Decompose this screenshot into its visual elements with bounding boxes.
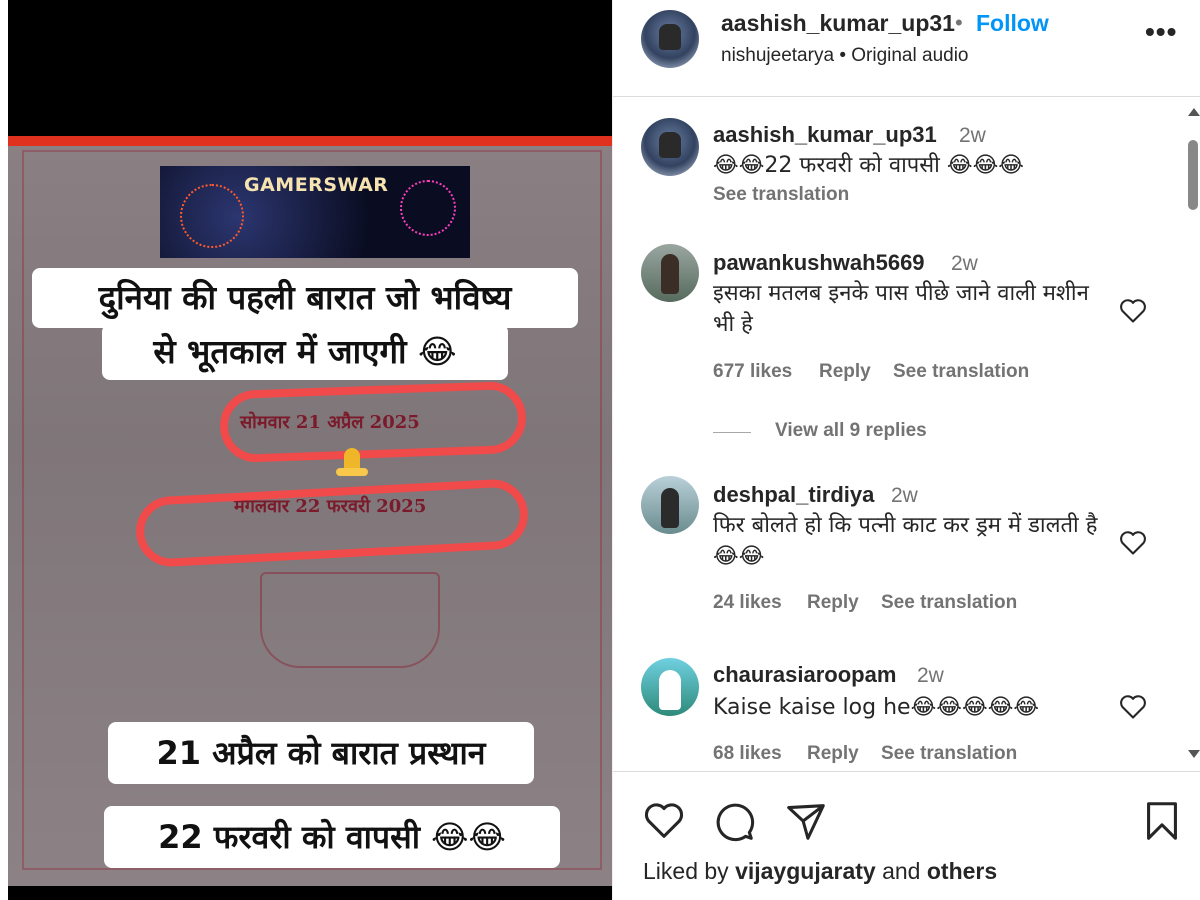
avatar[interactable]: [641, 476, 699, 534]
like-heart-icon[interactable]: [1119, 694, 1147, 720]
comment-time: 2w: [917, 664, 944, 687]
comment-time: 2w: [951, 252, 978, 275]
comment-username[interactable]: pawankushwah5669: [713, 250, 925, 276]
highlight-oval-1: [218, 380, 528, 464]
watermark-logo: GAMERSWAR: [244, 174, 389, 196]
scroll-up-arrow-icon[interactable]: [1188, 108, 1200, 116]
see-translation-link[interactable]: See translation: [893, 361, 1029, 383]
comment-time: 2w: [891, 484, 918, 507]
comment-text: 😂😂22 फरवरी को वापसी 😂😂😂: [713, 153, 1024, 178]
comment-likes[interactable]: 24 likes: [713, 592, 782, 614]
video-color-strip: [8, 136, 612, 146]
header-separator: •: [955, 10, 963, 35]
comment-text: Kaise kaise log he😂😂😂😂😂: [713, 695, 1040, 720]
see-translation-link[interactable]: See translation: [713, 184, 849, 206]
see-translation-link[interactable]: See translation: [881, 592, 1017, 614]
liked-by-others[interactable]: others: [927, 858, 997, 884]
post-header: aashish_kumar_up31 • Follow nishujeetary…: [613, 0, 1200, 97]
replies-divider: [713, 432, 751, 433]
bookmark-icon[interactable]: [1139, 798, 1185, 844]
comment-text: इसका मतलब इनके पास पीछे जाने वाली मशीन भ…: [713, 281, 1089, 337]
audio-user-link[interactable]: nishujeetarya: [721, 45, 834, 66]
audio-info: nishujeetarya • Original audio: [721, 45, 969, 67]
reel-video[interactable]: GAMERSWAR दुनिया की पहली बारात जो भविष्य…: [8, 0, 612, 900]
invitation-emblem: [260, 572, 440, 668]
like-heart-icon[interactable]: [1119, 530, 1147, 556]
video-letterbox-bottom: [8, 886, 612, 900]
comment-username[interactable]: deshpal_tirdiya: [713, 482, 874, 508]
watermark-banner: GAMERSWAR: [160, 166, 470, 258]
video-caption-top-line1: दुनिया की पहली बारात जो भविष्य: [32, 268, 578, 328]
more-options-icon[interactable]: •••: [1145, 16, 1177, 48]
comment-likes[interactable]: 677 likes: [713, 361, 792, 383]
audio-separator: •: [839, 45, 846, 66]
audio-label-link[interactable]: Original audio: [851, 45, 968, 66]
avatar[interactable]: [641, 244, 699, 302]
follow-button[interactable]: Follow: [976, 10, 1049, 37]
avatar[interactable]: [641, 658, 699, 716]
comment-username[interactable]: chaurasiaroopam: [713, 662, 896, 688]
comment-text: फिर बोलते हो कि पत्नी काट कर ड्रम में डा…: [713, 513, 1098, 569]
comments-list[interactable]: aashish_kumar_up31 2w 😂😂22 फरवरी को वापस…: [613, 98, 1200, 770]
view-replies-button[interactable]: View all 9 replies: [775, 420, 927, 442]
video-caption-bottom-2: 22 फरवरी को वापसी 😂😂: [104, 806, 560, 868]
video-caption-bottom-1: 21 अप्रैल को बारात प्रस्थान: [108, 722, 534, 784]
comment-time: 2w: [959, 124, 986, 147]
firework-graphic: [400, 180, 456, 236]
post-actions-bar: Liked by vijaygujaraty and others: [613, 771, 1200, 900]
avatar[interactable]: [641, 10, 699, 68]
liked-by-user[interactable]: vijaygujaraty: [735, 858, 876, 884]
page-margin: [0, 0, 8, 900]
avatar[interactable]: [641, 118, 699, 176]
see-translation-link[interactable]: See translation: [881, 743, 1017, 765]
video-caption-top-line2: से भूतकाल में जाएगी 😂: [102, 324, 508, 380]
post-panel: aashish_kumar_up31 • Follow nishujeetary…: [612, 0, 1200, 900]
firework-graphic: [180, 184, 244, 248]
reply-button[interactable]: Reply: [819, 361, 871, 383]
bell-icon: [332, 448, 372, 478]
scrollbar-thumb[interactable]: [1188, 140, 1198, 210]
comments-scrollbar[interactable]: [1185, 104, 1200, 764]
reply-button[interactable]: Reply: [807, 743, 859, 765]
reply-button[interactable]: Reply: [807, 592, 859, 614]
comment-username[interactable]: aashish_kumar_up31: [713, 122, 937, 148]
video-letterbox-top: [8, 0, 612, 136]
like-heart-icon[interactable]: [1119, 298, 1147, 324]
header-username[interactable]: aashish_kumar_up31: [721, 10, 955, 37]
liked-by-prefix: Liked by: [643, 858, 736, 884]
comment-icon[interactable]: [711, 798, 757, 844]
share-icon[interactable]: [783, 798, 829, 844]
comment-likes[interactable]: 68 likes: [713, 743, 782, 765]
scroll-down-arrow-icon[interactable]: [1188, 750, 1200, 758]
liked-by-text: Liked by vijaygujaraty and others: [643, 858, 997, 885]
heart-icon[interactable]: [641, 798, 687, 844]
liked-by-mid: and: [875, 858, 927, 884]
